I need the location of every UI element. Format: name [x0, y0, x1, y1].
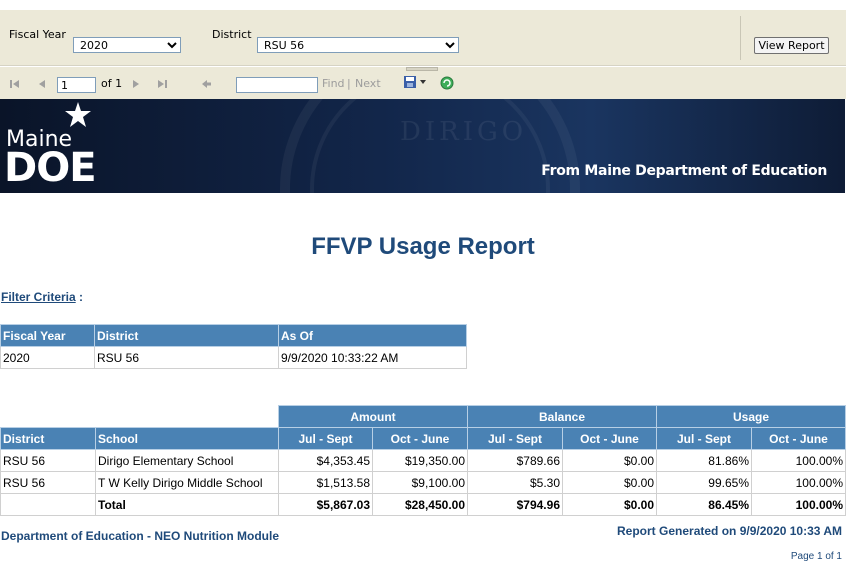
group-header-balance: Balance	[467, 405, 657, 428]
district-select[interactable]: RSU 56	[257, 37, 459, 53]
fiscal-year-label: Fiscal Year	[9, 28, 66, 41]
criteria-table: Fiscal Year District As Of 2020 RSU 56 9…	[0, 324, 467, 369]
back-icon[interactable]	[200, 78, 212, 90]
column-header: Oct - June	[562, 427, 657, 450]
footer-module-name: Department of Education - NEO Nutrition …	[1, 529, 279, 543]
column-header: Jul - Sept	[278, 427, 373, 450]
total-label-cell: Total	[95, 493, 279, 516]
total-amount-jul-sept: $5,867.03	[278, 493, 373, 516]
last-page-icon[interactable]	[156, 78, 168, 90]
view-report-button[interactable]: View Report	[754, 37, 829, 54]
balance-oct-june-cell: $0.00	[562, 471, 657, 494]
logo-doe-text: DOE	[4, 145, 97, 191]
prev-page-icon[interactable]	[36, 78, 48, 90]
column-header: District	[0, 427, 96, 450]
criteria-header: Fiscal Year	[0, 324, 95, 347]
balance-jul-sept-cell: $789.66	[467, 449, 563, 472]
refresh-icon[interactable]	[440, 76, 454, 90]
district-label: District	[212, 28, 252, 41]
star-icon	[65, 102, 91, 127]
column-header: Jul - Sept	[656, 427, 752, 450]
footer-generated-on: Report Generated on 9/9/2020 10:33 AM	[617, 524, 842, 538]
parameter-bar: Fiscal Year 2020 District RSU 56 View Re…	[0, 10, 846, 66]
collapse-handle[interactable]	[406, 67, 438, 71]
balance-oct-june-cell: $0.00	[562, 449, 657, 472]
group-header-row: Amount Balance Usage	[0, 405, 846, 428]
report-title: FFVP Usage Report	[311, 233, 535, 260]
find-link[interactable]: Find	[322, 77, 345, 90]
usage-oct-june-cell: 100.00%	[751, 471, 846, 494]
fiscal-year-select[interactable]: 2020	[73, 37, 181, 53]
amount-oct-june-cell: $19,350.00	[372, 449, 468, 472]
school-cell: Dirigo Elementary School	[95, 449, 279, 472]
total-balance-oct-june: $0.00	[562, 493, 657, 516]
blank-cell	[95, 405, 279, 428]
column-header: Oct - June	[372, 427, 468, 450]
district-cell: RSU 56	[0, 471, 96, 494]
blank-cell	[0, 405, 96, 428]
table-row: RSU 56 T W Kelly Dirigo Middle School $1…	[0, 471, 846, 494]
page-info: Page 1 of 1	[790, 551, 842, 562]
usage-jul-sept-cell: 99.65%	[656, 471, 752, 494]
find-text-input[interactable]	[236, 77, 318, 93]
balance-jul-sept-cell: $5.30	[467, 471, 563, 494]
total-row: Total $5,867.03 $28,450.00 $794.96 $0.00…	[0, 493, 846, 516]
total-district-cell	[0, 493, 96, 516]
criteria-header: As Of	[278, 324, 467, 347]
amount-oct-june-cell: $9,100.00	[372, 471, 468, 494]
filter-criteria-link[interactable]: Filter Criteria	[1, 290, 76, 304]
total-usage-jul-sept: 86.45%	[656, 493, 752, 516]
motto-watermark: DIRIGO	[400, 117, 528, 147]
usage-oct-june-cell: 100.00%	[751, 449, 846, 472]
filter-criteria: Filter Criteria :	[1, 290, 83, 304]
column-header: Oct - June	[751, 427, 846, 450]
banner-tagline: From Maine Department of Education	[541, 163, 827, 179]
column-header-row: District School Jul - Sept Oct - June Ju…	[0, 427, 846, 450]
next-page-icon[interactable]	[130, 78, 142, 90]
group-header-usage: Usage	[656, 405, 846, 428]
column-header: School	[95, 427, 279, 450]
amount-jul-sept-cell: $1,513.58	[278, 471, 373, 494]
find-next-link[interactable]: Next	[355, 77, 381, 90]
export-icon[interactable]	[404, 75, 428, 89]
school-cell: T W Kelly Dirigo Middle School	[95, 471, 279, 494]
column-header: Jul - Sept	[467, 427, 563, 450]
usage-table: Amount Balance Usage District School Jul…	[0, 405, 846, 516]
find-separator: |	[347, 77, 351, 90]
filter-colon: :	[79, 290, 84, 304]
param-divider	[740, 16, 741, 60]
group-header-amount: Amount	[278, 405, 468, 428]
page-number-input[interactable]	[57, 77, 96, 93]
report-toolbar: of 1 Find | Next	[0, 67, 846, 99]
criteria-cell: RSU 56	[94, 346, 279, 369]
usage-jul-sept-cell: 81.86%	[656, 449, 752, 472]
amount-jul-sept-cell: $4,353.45	[278, 449, 373, 472]
total-amount-oct-june: $28,450.00	[372, 493, 468, 516]
criteria-cell: 2020	[0, 346, 95, 369]
table-row: RSU 56 Dirigo Elementary School $4,353.4…	[0, 449, 846, 472]
total-usage-oct-june: 100.00%	[751, 493, 846, 516]
criteria-row: 2020 RSU 56 9/9/2020 10:33:22 AM	[0, 346, 467, 369]
criteria-cell: 9/9/2020 10:33:22 AM	[278, 346, 467, 369]
first-page-icon[interactable]	[9, 78, 21, 90]
criteria-header-row: Fiscal Year District As Of	[0, 324, 467, 347]
criteria-header: District	[94, 324, 279, 347]
district-cell: RSU 56	[0, 449, 96, 472]
total-balance-jul-sept: $794.96	[467, 493, 563, 516]
maine-doe-banner: DIRIGO Maine DOE From Maine Department o…	[0, 99, 845, 193]
page-count: of 1	[101, 77, 123, 90]
